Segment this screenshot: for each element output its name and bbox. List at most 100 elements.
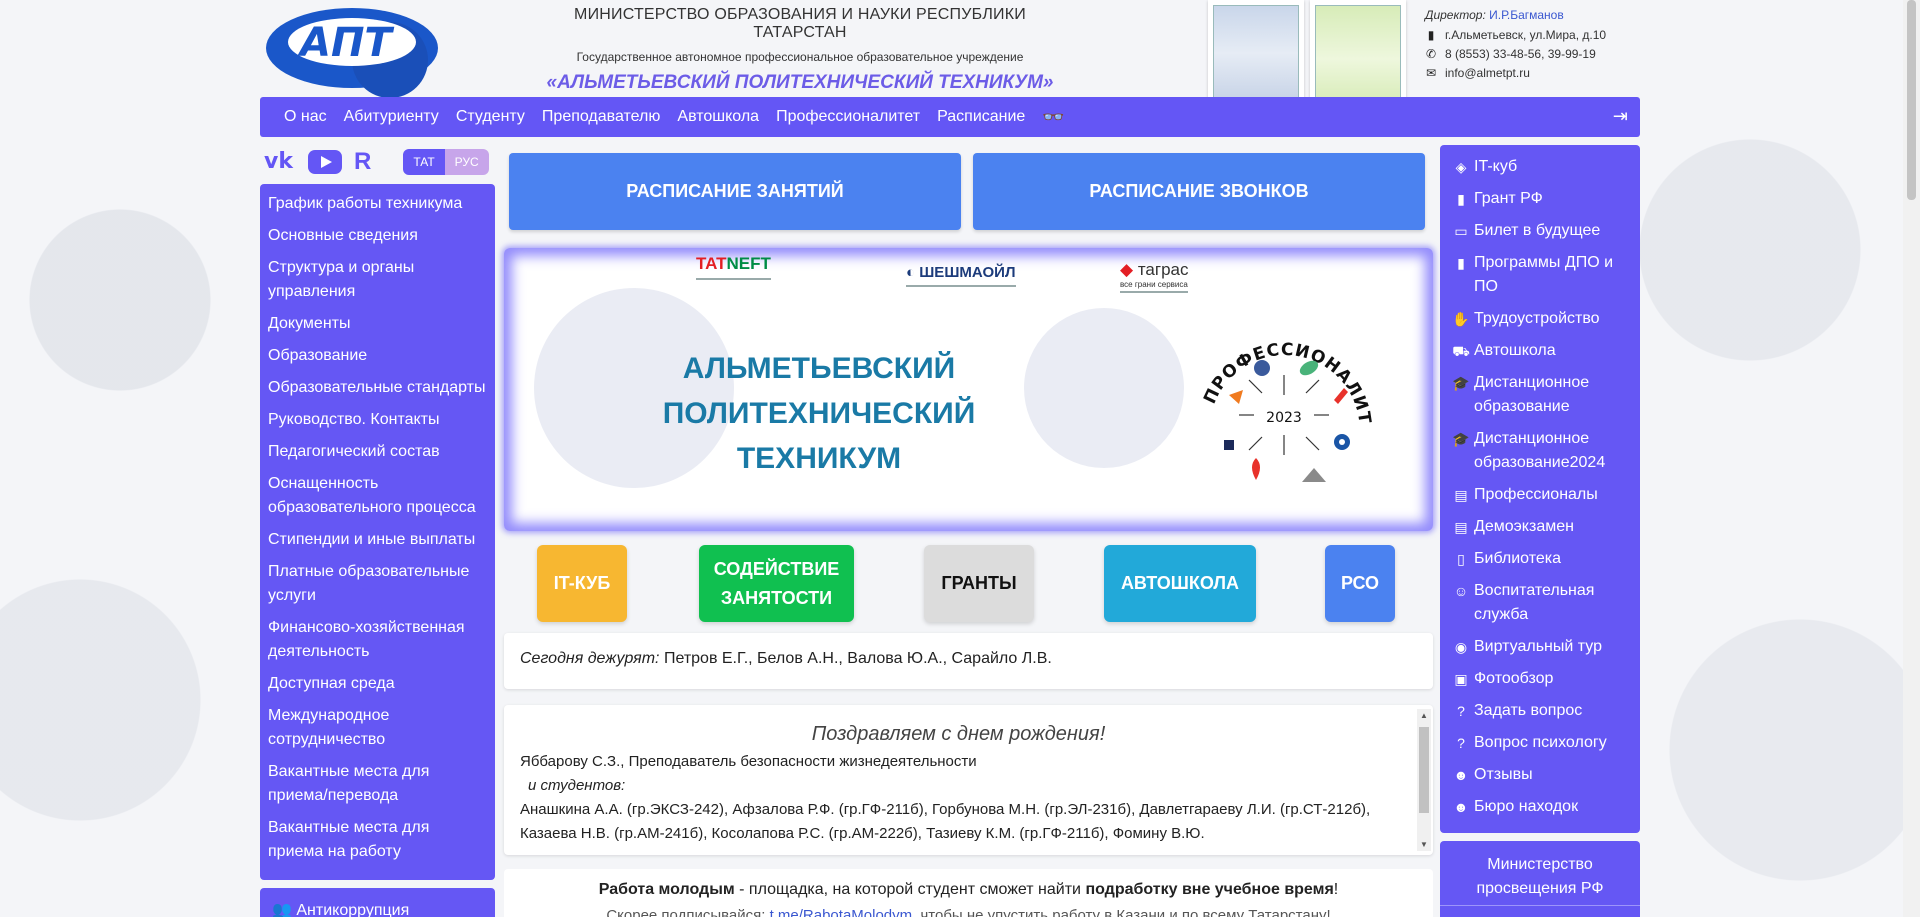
book-icon: ▯ bbox=[1457, 551, 1465, 567]
college-logo[interactable]: АПТ bbox=[260, 0, 455, 98]
left-menu-item[interactable]: Международное сотрудничество bbox=[268, 704, 487, 752]
right-menu-item[interactable]: ☺ Воспитательная служба bbox=[1448, 579, 1632, 627]
right-menu-item[interactable]: ▮ Грант РФ bbox=[1448, 187, 1632, 211]
bell-schedule-button[interactable]: РАСПИСАНИЕ ЗВОНКОВ bbox=[973, 153, 1425, 230]
birthday-scrollbar[interactable]: ▲ ▼ bbox=[1417, 709, 1431, 851]
scroll-up-icon[interactable]: ▲ bbox=[1420, 711, 1428, 720]
duty-names: Петров Е.Г., Белов А.Н., Валова Ю.А., Са… bbox=[659, 650, 1052, 667]
rso-tile[interactable]: РСО bbox=[1325, 545, 1395, 622]
telegram-link[interactable]: t.me/RabotaMolodym bbox=[770, 907, 913, 917]
address: г.Альметьевск, ул.Мира, д.10 bbox=[1445, 28, 1607, 42]
right-menu-item[interactable]: ☻ Отзывы bbox=[1448, 763, 1632, 787]
contacts: Директор: И.Р.Багманов ▮ г.Альметьевск, у… bbox=[1425, 8, 1640, 85]
divider bbox=[1440, 905, 1640, 906]
phone-icon: ✆ bbox=[1425, 47, 1437, 61]
scroll-thumb[interactable] bbox=[1419, 727, 1429, 813]
right-menu-item[interactable]: ▭ Билет в будущее bbox=[1448, 219, 1632, 243]
header-text: МИНИСТЕРСТВО ОБРАЗОВАНИЯ И НАУКИ РЕСПУБЛ… bbox=[530, 6, 1070, 94]
right-menu-item[interactable]: ▯ Библиотека bbox=[1448, 547, 1632, 571]
college-name: «АЛЬМЕТЬЕВСКИЙ ПОЛИТЕХНИЧЕСКИЙ ТЕХНИКУМ» bbox=[546, 72, 1054, 93]
left-menu-item[interactable]: Документы bbox=[268, 312, 487, 336]
right-menu-item[interactable]: ▤ Демоэкзамен bbox=[1448, 515, 1632, 539]
theater-masks-icon: ☺ bbox=[1453, 583, 1469, 599]
itcube-tile[interactable]: IT-КУБ bbox=[537, 545, 627, 622]
left-menu-item[interactable]: График работы техникума bbox=[268, 192, 487, 216]
tagras-logo: ◆ таграс все грани сервиса bbox=[1120, 260, 1189, 293]
right-menu-item[interactable]: ? Задать вопрос bbox=[1448, 699, 1632, 723]
right-menu-item[interactable]: ◈ IT-куб bbox=[1448, 155, 1632, 179]
left-menu-item[interactable]: Вакантные места для приема на работу bbox=[268, 816, 487, 864]
director-link[interactable]: И.Р.Багманов bbox=[1489, 8, 1564, 22]
nav-applicants[interactable]: Абитуриенту bbox=[344, 108, 439, 126]
handshake-icon: ✋ bbox=[1452, 311, 1470, 327]
institution-type: Государственное автономное профессиональ… bbox=[576, 50, 1024, 64]
right-menu-item[interactable]: 🎓 Дистанционное образование bbox=[1448, 371, 1632, 419]
right-menu-item[interactable]: ⛟ Автошкола bbox=[1448, 339, 1632, 363]
duty-label: Сегодня дежурят: bbox=[520, 650, 660, 667]
low-vision-icon[interactable]: 👓 bbox=[1042, 107, 1064, 128]
left-menu-item[interactable]: Структура и органы управления bbox=[268, 256, 487, 304]
left-menu-item[interactable]: Вакантные места для приема/перевода bbox=[268, 760, 487, 808]
main-banner[interactable]: TATNEFT ◐ ШЕШМАОЙЛ ◆ таграс все грани се… bbox=[504, 248, 1433, 531]
class-schedule-button[interactable]: РАСПИСАНИЕ ЗАНЯТИЙ bbox=[509, 153, 961, 230]
rutube-icon[interactable]: R bbox=[354, 148, 371, 176]
left-menu-item[interactable]: Финансово-хозяйственная деятельность bbox=[268, 616, 487, 664]
left-menu: График работы техникума Основные сведени… bbox=[260, 184, 495, 880]
svg-text:ПРОФЕССИОНАЛИТЕТ: ПРОФЕССИОНАЛИТЕТ bbox=[1184, 300, 1375, 426]
users-icon: 👥 bbox=[272, 902, 297, 917]
birthday-panel: Поздравляем с днем рождения! Яббарову С.… bbox=[504, 705, 1433, 855]
scroll-down-icon[interactable]: ▼ bbox=[1420, 840, 1428, 849]
ministry-link[interactable]: Министерство просвещения РФ bbox=[1440, 841, 1640, 917]
phone: 8 (8553) 33-48-56, 39-99-19 bbox=[1445, 47, 1596, 61]
banner-title: АЛЬМЕТЬЕВСКИЙ ПОЛИТЕХНИЧЕСКИЙ ТЕХНИКУМ bbox=[662, 352, 976, 475]
anticorruption-link[interactable]: 👥 Антикоррупция bbox=[260, 888, 495, 917]
left-menu-item[interactable]: Платные образовательные услуги bbox=[268, 560, 487, 608]
right-menu-item[interactable]: 🎓 Дистанционное образование2024 bbox=[1448, 427, 1632, 475]
right-menu-item[interactable]: ▣ Фотообзор bbox=[1448, 667, 1632, 691]
graduation-cap-icon: 🎓 bbox=[1452, 431, 1470, 447]
question-icon: ? bbox=[1457, 735, 1465, 751]
nav-professionalitet[interactable]: Профессионалитет bbox=[776, 108, 920, 126]
left-menu-item[interactable]: Образование bbox=[268, 344, 487, 368]
nav-autoschool[interactable]: Автошкола bbox=[677, 108, 759, 126]
work-young-panel: Работа молодым - площадка, на которой ст… bbox=[504, 869, 1433, 917]
user-check-icon: ☻ bbox=[1453, 767, 1469, 783]
youtube-icon[interactable] bbox=[308, 150, 342, 174]
bookmark-icon: ▮ bbox=[1457, 255, 1465, 271]
login-icon[interactable]: ⇥ bbox=[1613, 106, 1628, 127]
cube-icon: ◈ bbox=[1455, 159, 1467, 175]
top-navigation: О нас Абитуриенту Студенту Преподавателю… bbox=[260, 97, 1640, 137]
employment-tile[interactable]: СОДЕЙСТВИЕ ЗАНЯТОСТИ bbox=[699, 545, 854, 622]
lang-tat-button[interactable]: ТАТ bbox=[403, 149, 445, 175]
tatneft-logo: TATNEFT bbox=[696, 254, 771, 280]
left-menu-item[interactable]: Образовательные стандарты bbox=[268, 376, 487, 400]
right-menu-item[interactable]: ▤ Профессионалы bbox=[1448, 483, 1632, 507]
left-menu-item[interactable]: Основные сведения bbox=[268, 224, 487, 248]
birthday-title: Поздравляем с днем рождения! bbox=[811, 723, 1106, 745]
page: АПТ МИНИСТЕРСТВО ОБРАЗОВАНИЯ И НАУКИ РЕС… bbox=[260, 0, 1640, 917]
left-menu-item[interactable]: Доступная среда bbox=[268, 672, 487, 696]
right-menu-item[interactable]: ◉ Виртуальный тур bbox=[1448, 635, 1632, 659]
page-scroll-thumb[interactable] bbox=[1907, 0, 1916, 200]
user-check-icon: ☻ bbox=[1453, 799, 1469, 815]
nav-about[interactable]: О нас bbox=[284, 108, 327, 126]
grants-tile[interactable]: ГРАНТЫ bbox=[924, 545, 1034, 622]
ticket-icon: ▭ bbox=[1454, 223, 1468, 239]
left-menu-item[interactable]: Руководство. Контакты bbox=[268, 408, 487, 432]
vk-icon[interactable]: vk bbox=[264, 151, 296, 173]
right-menu-item[interactable]: ▮ Программы ДПО и ПО bbox=[1448, 251, 1632, 299]
right-menu-item[interactable]: ✋ Трудоустройство bbox=[1448, 307, 1632, 331]
lang-rus-button[interactable]: РУС bbox=[444, 149, 489, 175]
right-menu: ◈ IT-куб ▮ Грант РФ ▭ Билет в будущее ▮ Прог… bbox=[1440, 145, 1640, 833]
page-scrollbar[interactable] bbox=[1903, 0, 1920, 917]
right-menu-item[interactable]: ☻ Бюро находок bbox=[1448, 795, 1632, 819]
left-menu-item[interactable]: Педагогический состав bbox=[268, 440, 487, 464]
nav-students[interactable]: Студенту bbox=[456, 108, 525, 126]
autoschool-tile[interactable]: АВТОШКОЛА bbox=[1104, 545, 1256, 622]
left-menu-item[interactable]: Стипендии и иные выплаты bbox=[268, 528, 487, 552]
nav-schedule[interactable]: Расписание bbox=[937, 108, 1025, 126]
nav-teachers[interactable]: Преподавателю bbox=[542, 108, 660, 126]
left-menu-item[interactable]: Оснащенность образовательного процесса bbox=[268, 472, 487, 520]
email[interactable]: info@almetpt.ru bbox=[1445, 66, 1530, 80]
right-menu-item[interactable]: ? Вопрос психологу bbox=[1448, 731, 1632, 755]
